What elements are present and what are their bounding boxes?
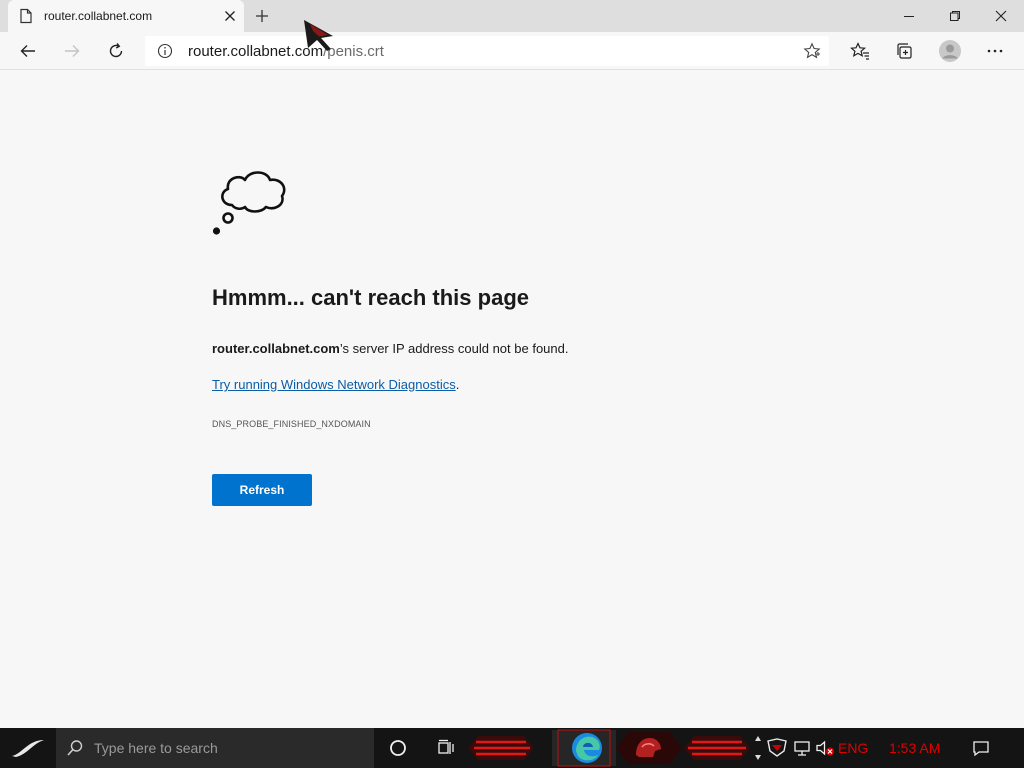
close-window-icon[interactable]: [978, 0, 1024, 32]
title-bar: router.collabnet.com: [0, 0, 1024, 32]
page-icon: [18, 8, 34, 24]
notifications-icon[interactable]: [968, 728, 994, 768]
refresh-button[interactable]: Refresh: [212, 474, 312, 506]
network-icon[interactable]: [791, 728, 813, 768]
input-language-indicator[interactable]: ENG: [838, 740, 868, 756]
diagnostics-line: Try running Windows Network Diagnostics.: [212, 377, 459, 392]
mouse-cursor-icon: [302, 18, 336, 52]
search-icon: [66, 739, 84, 757]
back-icon[interactable]: [13, 36, 43, 66]
forward-icon: [57, 36, 87, 66]
edge-icon[interactable]: [565, 728, 609, 768]
tab-title: router.collabnet.com: [44, 9, 153, 23]
taskbar-search-box[interactable]: Type here to search: [56, 728, 374, 768]
thought-cloud-icon: [210, 161, 290, 237]
error-host: router.collabnet.com: [212, 341, 340, 356]
url-text[interactable]: router.collabnet.com/penis.crt: [188, 43, 384, 60]
diagnostics-suffix: .: [455, 377, 460, 392]
favorites-icon[interactable]: [845, 36, 875, 66]
task-view-icon[interactable]: [432, 728, 460, 768]
new-tab-icon[interactable]: [252, 6, 272, 26]
security-shield-icon[interactable]: [764, 728, 790, 768]
cortana-icon[interactable]: [384, 728, 412, 768]
restore-icon[interactable]: [932, 0, 978, 32]
error-page: Hmmm... can't reach this page router.col…: [0, 71, 1024, 728]
taskbar-clock[interactable]: 1:53 AM: [889, 740, 940, 756]
start-button[interactable]: [0, 728, 56, 768]
error-message-suffix: ’s server IP address could not be found.: [339, 341, 569, 356]
error-code: DNS_PROBE_FINISHED_NXDOMAIN: [212, 419, 371, 429]
profile-avatar[interactable]: [935, 36, 965, 66]
taskbar-scroll-arrows-icon[interactable]: [752, 728, 764, 768]
error-title: Hmmm... can't reach this page: [212, 285, 529, 310]
info-icon[interactable]: [157, 43, 173, 59]
game-app-icon[interactable]: [630, 728, 666, 768]
more-menu-icon[interactable]: [980, 36, 1010, 66]
favorite-star-icon[interactable]: [803, 42, 821, 60]
browser-tab[interactable]: router.collabnet.com: [8, 0, 244, 32]
error-message: router.collabnet.com’s server IP address…: [212, 341, 568, 356]
taskbar: Type here to search ENG 1:53 AM: [0, 728, 1024, 768]
address-bar[interactable]: router.collabnet.com/penis.crt: [145, 36, 829, 66]
collections-icon[interactable]: [890, 36, 920, 66]
close-tab-icon[interactable]: [222, 8, 238, 24]
window-controls: [886, 0, 1024, 32]
browser-toolbar: router.collabnet.com/penis.crt: [0, 32, 1024, 70]
taskbar-theme-decoration: [468, 728, 752, 768]
minimize-icon[interactable]: [886, 0, 932, 32]
reload-icon[interactable]: [101, 36, 131, 66]
network-diagnostics-link[interactable]: Try running Windows Network Diagnostics: [212, 377, 456, 392]
search-placeholder: Type here to search: [94, 740, 218, 756]
volume-muted-icon[interactable]: [814, 728, 836, 768]
